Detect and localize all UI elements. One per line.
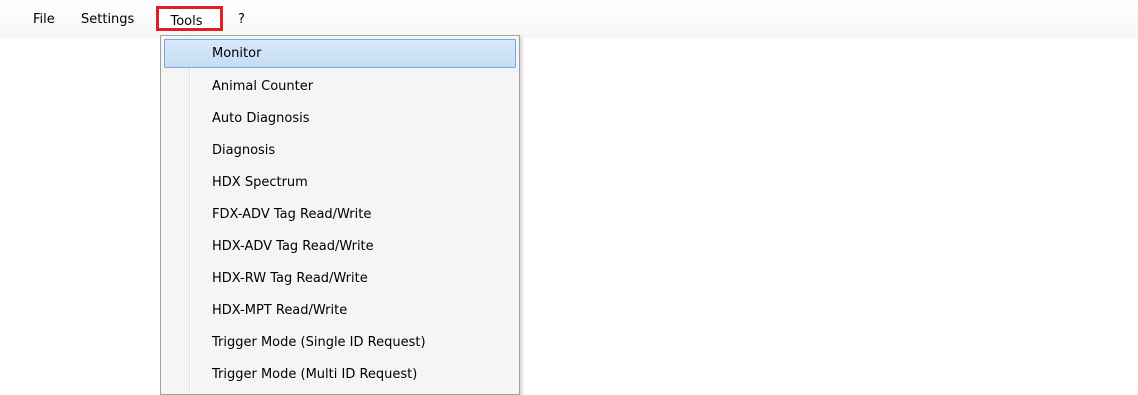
menu-item-hdx-adv-tag-read-write[interactable]: HDX-ADV Tag Read/Write bbox=[164, 232, 516, 261]
menu-item-auto-diagnosis[interactable]: Auto Diagnosis bbox=[164, 104, 516, 133]
menu-item-animal-counter[interactable]: Animal Counter bbox=[164, 72, 516, 101]
menu-bar: File Settings Tools ? bbox=[0, 0, 1138, 38]
tools-dropdown-menu: Monitor Animal Counter Auto Diagnosis Di… bbox=[160, 35, 520, 395]
menu-item-monitor[interactable]: Monitor bbox=[164, 39, 516, 68]
menu-item-trigger-mode-single[interactable]: Trigger Mode (Single ID Request) bbox=[164, 328, 516, 357]
menu-settings[interactable]: Settings bbox=[81, 11, 134, 29]
menu-help[interactable]: ? bbox=[238, 11, 245, 29]
menu-file[interactable]: File bbox=[33, 11, 55, 29]
menu-item-hdx-spectrum[interactable]: HDX Spectrum bbox=[164, 168, 516, 197]
menu-item-trigger-mode-multi[interactable]: Trigger Mode (Multi ID Request) bbox=[164, 360, 516, 389]
menu-item-fdx-adv-tag-read-write[interactable]: FDX-ADV Tag Read/Write bbox=[164, 200, 516, 229]
menu-tools[interactable]: Tools bbox=[156, 6, 223, 31]
menu-item-hdx-mpt-read-write[interactable]: HDX-MPT Read/Write bbox=[164, 296, 516, 325]
menu-item-hdx-rw-tag-read-write[interactable]: HDX-RW Tag Read/Write bbox=[164, 264, 516, 293]
menu-item-diagnosis[interactable]: Diagnosis bbox=[164, 136, 516, 165]
